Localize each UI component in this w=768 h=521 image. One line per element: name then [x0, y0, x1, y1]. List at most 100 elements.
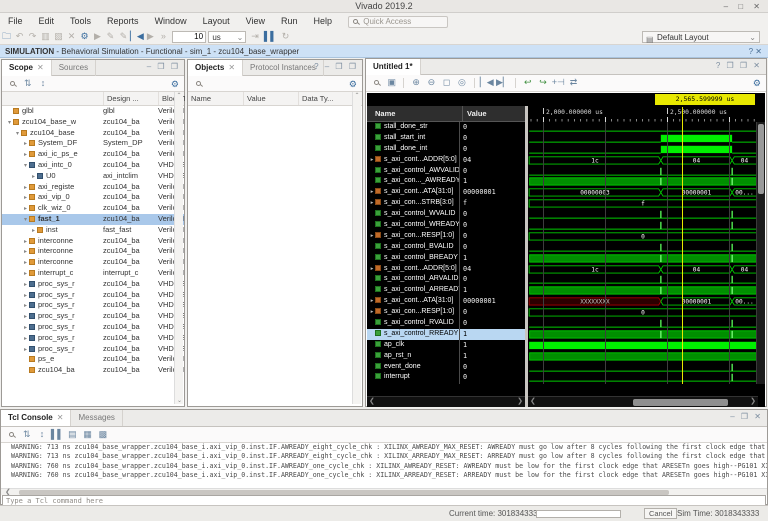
signal-waveform[interactable] — [528, 340, 758, 351]
wave-cursor-line[interactable] — [682, 107, 683, 384]
scope-tree-row[interactable]: ▸axi_registezcu104_baVerilog Mo — [2, 182, 184, 193]
menu-run[interactable]: Run — [273, 13, 306, 29]
signal-value[interactable]: 0 — [460, 220, 525, 231]
signal-value[interactable]: 0 — [460, 307, 525, 318]
signal-waveform[interactable] — [528, 122, 758, 133]
signal-value[interactable]: 0 — [460, 372, 525, 383]
signal-name-row[interactable]: ▸s_axi_cont...ADDR[5:0] — [367, 264, 459, 275]
scope-table-header[interactable]: Name ⌃ Design ... Block T... — [2, 92, 184, 106]
pause-output-icon[interactable]: ▌▌ — [51, 427, 64, 442]
window-controls[interactable]: – □ ✕ — [724, 0, 764, 13]
collapse-all-icon[interactable]: ⇅ — [21, 76, 34, 91]
add-marker-icon[interactable]: +⊣ — [552, 75, 565, 90]
signal-name-row[interactable]: s_axi_con..._AWREADY — [367, 176, 459, 187]
signal-name-row[interactable]: ▸s_axi_cont...ATA[31:0] — [367, 296, 459, 307]
relaunch-icon[interactable]: ↻ — [279, 29, 292, 44]
objects-table-header[interactable]: Name Value Data Ty... — [188, 92, 362, 106]
wave-time-ruler[interactable]: 2,000.000000 us2,500.000000 us — [528, 106, 758, 122]
settings-gear-icon[interactable]: ⚙ — [349, 77, 357, 92]
signal-value[interactable]: 0 — [460, 274, 525, 285]
report-icon[interactable]: ▦ — [81, 427, 94, 442]
next-transition-icon[interactable]: ↪ — [537, 75, 550, 90]
signal-name-row[interactable]: stall_done_str — [367, 122, 459, 133]
scope-tree-row[interactable]: ▸axi_vip_0zcu104_baVerilog Mo — [2, 192, 184, 203]
signal-value[interactable]: 0 — [460, 242, 525, 253]
signal-value[interactable]: 04 — [460, 155, 525, 166]
signal-name-row[interactable]: stall_start_int — [367, 133, 459, 144]
settings-gear-icon[interactable]: ⚙ — [753, 76, 761, 91]
signal-value[interactable]: 0 — [460, 166, 525, 177]
signal-value[interactable]: 04 — [460, 264, 525, 275]
signal-name-row[interactable]: ▸s_axi_con...RESP[1:0] — [367, 231, 459, 242]
collapse-all-icon[interactable]: ⇅ — [20, 427, 33, 442]
signal-value[interactable]: f — [460, 198, 525, 209]
scope-tree-row[interactable]: ▸proc_sys_rzcu104_baVHDL Entit — [2, 300, 184, 311]
signal-name-row[interactable]: s_axi_control_RREADY — [367, 329, 459, 340]
search-icon[interactable] — [5, 427, 18, 442]
zoom-in-icon[interactable]: ⊕ — [410, 75, 423, 90]
signal-name-row[interactable]: ap_clk — [367, 340, 459, 351]
scope-tree-row[interactable]: glblglblVerilog Mo — [2, 106, 184, 117]
signal-value[interactable]: 1 — [460, 285, 525, 296]
edit-disabled-icon[interactable]: ✎ — [117, 29, 130, 44]
expand-all-icon[interactable]: ↕ — [36, 76, 49, 91]
signal-waveform[interactable] — [528, 372, 758, 383]
previous-transition-icon[interactable]: ↩ — [521, 75, 534, 90]
signal-waveform[interactable]: XXXXXXXX0000000100... — [528, 296, 758, 307]
tcl-h-scrollbar[interactable]: ❮ — [1, 488, 767, 495]
signal-name-row[interactable]: s_axi_control_ARREADY — [367, 285, 459, 296]
time-unit-select[interactable]: us ⌄ — [208, 31, 246, 43]
wave-plot-area[interactable]: 1c0404000000030000000100...f01c0404XXXXX… — [528, 122, 758, 384]
panel-controls[interactable]: ? ❐ ❐ ✕ — [716, 61, 762, 70]
signal-waveform[interactable]: 1c0404 — [528, 155, 758, 166]
close-icon[interactable]: ✕ — [37, 63, 44, 72]
signal-waveform[interactable] — [528, 329, 758, 340]
scope-tree-row[interactable]: ▸System_DFSystem_DPVerilog Mo — [2, 138, 184, 149]
scope-tree-row[interactable]: ▸axi_ic_ps_ezcu104_baVerilog Mo — [2, 149, 184, 160]
objects-scrollbar[interactable]: ⌃ — [352, 92, 361, 404]
signal-name-row[interactable]: event_done — [367, 362, 459, 373]
signal-value[interactable]: 0 — [460, 362, 525, 373]
signal-waveform[interactable] — [528, 253, 758, 264]
cancel-button[interactable]: Cancel — [644, 508, 677, 519]
redo-icon[interactable]: ↷ — [26, 29, 39, 44]
zoom-to-cursor-icon[interactable]: ◎ — [455, 75, 468, 90]
simulation-time-input[interactable] — [172, 31, 206, 43]
tab-objects[interactable]: Objects✕ — [188, 60, 243, 76]
menu-reports[interactable]: Reports — [99, 13, 147, 29]
signal-waveform[interactable] — [528, 220, 758, 231]
run-all-icon[interactable]: ▶ — [144, 29, 157, 44]
paste-icon[interactable]: ▧ — [52, 29, 65, 44]
scope-tree-row[interactable]: ▸interconnezcu104_baVerilog Mo — [2, 236, 184, 247]
pause-button[interactable]: ▌▌ — [264, 29, 277, 44]
menu-edit[interactable]: Edit — [31, 13, 63, 29]
close-icon[interactable]: ✕ — [57, 413, 64, 422]
wave-name-header[interactable]: Name Value — [367, 106, 525, 122]
signal-value[interactable]: 0 — [460, 144, 525, 155]
names-h-scrollbar[interactable]: ❮❯ — [367, 396, 525, 407]
signal-value[interactable]: 0 — [460, 209, 525, 220]
scope-tree-row[interactable]: ▸interrupt_cinterrupt_cVerilog Mo — [2, 268, 184, 279]
play-icon[interactable]: ▶ — [91, 29, 104, 44]
console-warning-line[interactable]: WARNING: 760 ns zcu104_base_wrapper.zcu1… — [1, 471, 767, 480]
scope-tree-row[interactable]: ▸proc_sys_rzcu104_baVHDL Entit — [2, 344, 184, 355]
scope-tree-row[interactable]: ▸proc_sys_rzcu104_baVHDL Entit — [2, 290, 184, 301]
settings-gear-icon[interactable]: ⚙ — [171, 77, 179, 92]
restart-icon[interactable]: ▏◀ — [130, 29, 144, 44]
scope-tree-row[interactable]: ps_ezcu104_baVerilog Mo — [2, 354, 184, 365]
signal-value[interactable]: 0 — [460, 122, 525, 133]
scope-tree-row[interactable]: ▸interconnezcu104_baVerilog Mo — [2, 257, 184, 268]
panel-controls[interactable]: – ❐ ❐ — [147, 62, 180, 71]
menu-file[interactable]: File — [0, 13, 31, 29]
delete-icon[interactable]: ▩ — [96, 427, 109, 442]
signal-name-row[interactable]: ▸s_axi_con...RESP[1:0] — [367, 307, 459, 318]
scope-tree-row[interactable]: ▾axi_intc_0zcu104_baVHDL Entit — [2, 160, 184, 171]
zoom-fit-icon[interactable]: ◻ — [440, 75, 453, 90]
scope-tree-row[interactable]: ▾zcu104_basezcu104_baVerilog Mo — [2, 128, 184, 139]
signal-value[interactable]: 1 — [460, 351, 525, 362]
menu-window[interactable]: Window — [147, 13, 195, 29]
signal-name-row[interactable]: s_axi_control_WVALID — [367, 209, 459, 220]
edit-icon[interactable]: ✎ — [104, 29, 117, 44]
search-icon[interactable] — [370, 75, 383, 90]
run-for-icon[interactable]: » — [157, 29, 170, 44]
